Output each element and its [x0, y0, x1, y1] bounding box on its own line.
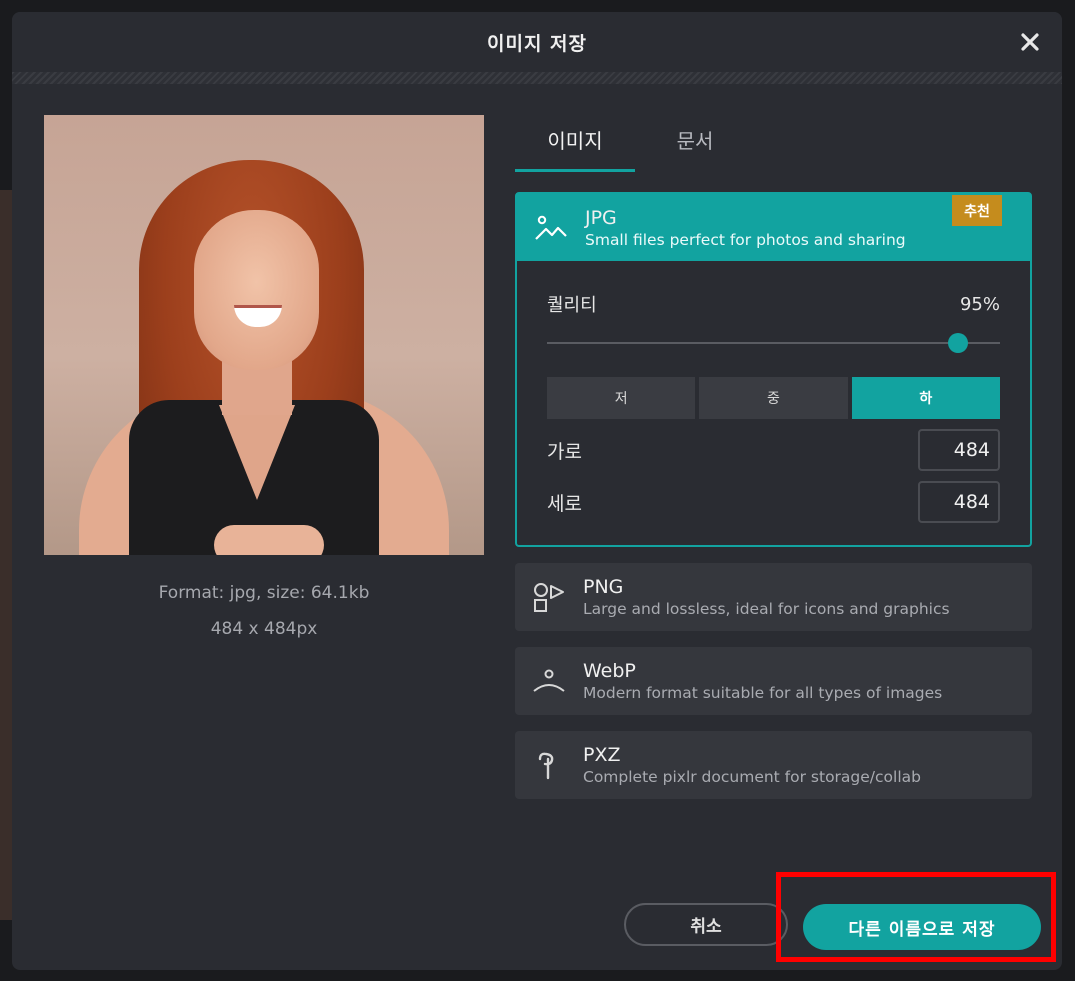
quality-slider[interactable]	[547, 333, 1000, 353]
height-input[interactable]	[918, 481, 1000, 523]
titlebar-divider	[12, 72, 1062, 84]
format-description: Small files perfect for photos and shari…	[585, 230, 906, 249]
format-description: Complete pixlr document for storage/coll…	[583, 768, 921, 786]
image-preview	[44, 115, 484, 555]
slider-track	[547, 342, 1000, 344]
quality-row: 퀄리티 95%	[547, 291, 1000, 317]
close-icon	[1021, 33, 1039, 51]
format-option-webp[interactable]: WebP Modern format suitable for all type…	[515, 647, 1032, 715]
preset-low[interactable]: 저	[547, 377, 696, 419]
preview-meta: Format: jpg, size: 64.1kb 484 x 484px	[44, 575, 484, 647]
format-text: PNG Large and lossless, ideal for icons …	[583, 576, 1032, 618]
pixlr-icon	[515, 731, 583, 799]
recommended-badge: 추천	[952, 195, 1002, 226]
format-option-header[interactable]: JPG Small files perfect for photos and s…	[517, 194, 1030, 261]
landscape-icon	[517, 194, 585, 262]
tab-image[interactable]: 이미지	[515, 115, 635, 172]
format-list: JPG Small files perfect for photos and s…	[515, 192, 1032, 799]
sun-horizon-icon	[515, 647, 583, 715]
save-as-button[interactable]: 다른 이름으로 저장	[803, 904, 1041, 950]
dialog-title: 이미지 저장	[486, 32, 587, 55]
preview-panel: Format: jpg, size: 64.1kb 484 x 484px	[44, 115, 484, 647]
dialog-titlebar: 이미지 저장	[12, 12, 1062, 72]
format-option-pxz[interactable]: PXZ Complete pixlr document for storage/…	[515, 731, 1032, 799]
format-name: PXZ	[583, 744, 621, 766]
format-name: PNG	[583, 576, 624, 598]
options-panel: 이미지 문서 JPG Small files perfect for photo…	[515, 115, 1032, 815]
shapes-icon	[515, 563, 583, 631]
height-row: 세로	[547, 481, 1000, 523]
width-row: 가로	[547, 429, 1000, 471]
file-dimensions: 484 x 484px	[210, 619, 318, 639]
height-label: 세로	[547, 492, 582, 515]
width-label: 가로	[547, 440, 582, 463]
format-description: Large and lossless, ideal for icons and …	[583, 600, 950, 618]
format-option-jpg[interactable]: JPG Small files perfect for photos and s…	[515, 192, 1032, 547]
preset-medium[interactable]: 중	[699, 377, 848, 419]
quality-value: 95%	[959, 293, 1000, 315]
file-format-size: Format: jpg, size: 64.1kb	[158, 583, 370, 603]
format-option-png[interactable]: PNG Large and lossless, ideal for icons …	[515, 563, 1032, 631]
export-tabs: 이미지 문서	[515, 115, 1032, 172]
format-description: Modern format suitable for all types of …	[583, 684, 943, 702]
preset-high[interactable]: 하	[851, 377, 1000, 419]
width-input[interactable]	[918, 429, 1000, 471]
cancel-button[interactable]: 취소	[624, 903, 788, 946]
format-option-header[interactable]: WebP Modern format suitable for all type…	[515, 647, 1032, 715]
format-option-header[interactable]: PXZ Complete pixlr document for storage/…	[515, 731, 1032, 799]
quality-label: 퀄리티	[547, 295, 597, 316]
jpg-options: 퀄리티 95% 저 중 하 가로 484 세로 484	[517, 261, 1030, 545]
format-text: PXZ Complete pixlr document for storage/…	[583, 744, 1032, 786]
tab-document[interactable]: 문서	[635, 115, 755, 172]
preview-figure-face	[194, 210, 319, 370]
preview-figure-neckline	[219, 405, 295, 500]
preview-figure-hands	[214, 525, 324, 555]
save-image-dialog: 이미지 저장 Format: jpg, size: 64.1kb 484 x 4…	[12, 12, 1062, 970]
format-name: WebP	[583, 660, 636, 682]
quality-presets: 저 중 하	[547, 377, 1000, 419]
slider-thumb[interactable]	[948, 333, 969, 353]
format-text: WebP Modern format suitable for all type…	[583, 660, 1032, 702]
format-option-header[interactable]: PNG Large and lossless, ideal for icons …	[515, 563, 1032, 631]
close-button[interactable]	[1016, 28, 1044, 56]
